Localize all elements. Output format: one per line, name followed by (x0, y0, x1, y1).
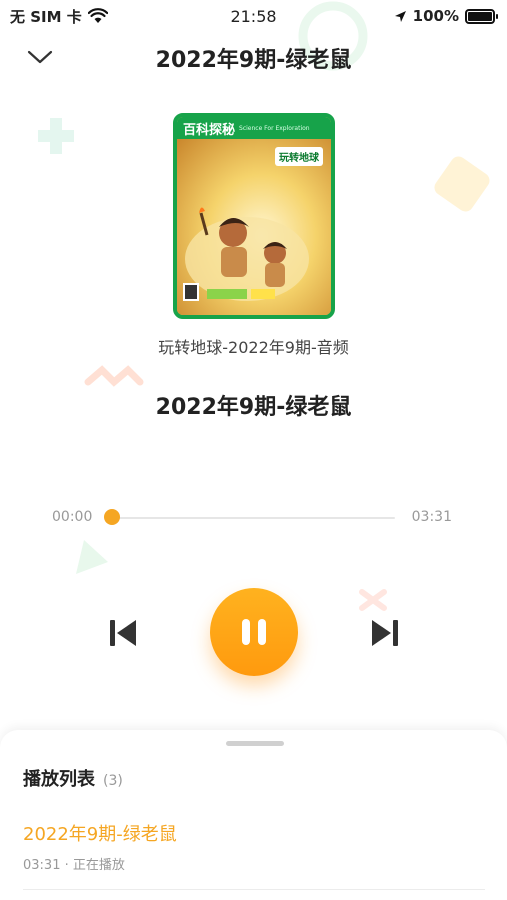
battery-percent: 100% (412, 7, 459, 25)
page-title: 2022年9期-绿老鼠 (155, 48, 352, 73)
album-name: 玩转地球-2022年9期-音频 (158, 338, 349, 357)
cover-logo: 百科探秘 (183, 122, 236, 138)
playlist-count: (3) (103, 773, 123, 789)
playlist-title: 播放列表 (23, 769, 95, 790)
pause-button[interactable] (210, 588, 298, 676)
playback-controls (0, 585, 507, 681)
progress-thumb[interactable] (104, 509, 120, 525)
current-time: 00:00 (52, 509, 93, 525)
carrier-label: 无 SIM 卡 (10, 7, 82, 26)
progress-track[interactable] (108, 517, 395, 519)
pause-icon (242, 619, 266, 645)
wifi-icon (87, 8, 108, 23)
album-cover: 百科探秘 Science For Exploration 玩转地球 (173, 113, 335, 319)
status-bar: 无 SIM 卡 100% (0, 0, 507, 32)
previous-button[interactable] (104, 616, 142, 650)
playlist-item-meta: 03:31 · 正在播放 (23, 858, 125, 873)
player-header: 2022年9期-绿老鼠 (0, 38, 507, 78)
total-time: 03:31 (411, 509, 452, 525)
cover-characters-image (183, 207, 309, 301)
track-title: 2022年9期-绿老鼠 (155, 395, 352, 420)
cover-masthead: 百科探秘 Science For Exploration (177, 117, 331, 139)
location-arrow-icon (394, 10, 406, 22)
playlist-item-title: 2022年9期-绿老鼠 (23, 824, 177, 845)
cover-subtitle: Science For Exploration (239, 124, 310, 132)
battery-icon (465, 8, 498, 24)
playlist-header: 播放列表 (3) (23, 765, 123, 791)
cover-illustration: 玩转地球 (177, 139, 331, 315)
playlist-item[interactable]: 2022年9期-绿老鼠 03:31 · 正在播放 (23, 820, 485, 890)
next-button[interactable] (366, 616, 404, 650)
progress-bar[interactable]: 00:00 03:31 (0, 505, 507, 531)
playlist-sheet: 播放列表 (3) 2022年9期-绿老鼠 03:31 · 正在播放 (0, 730, 507, 900)
skip-previous-icon (110, 620, 136, 646)
skip-next-icon (372, 620, 398, 646)
drag-handle[interactable] (226, 741, 284, 746)
